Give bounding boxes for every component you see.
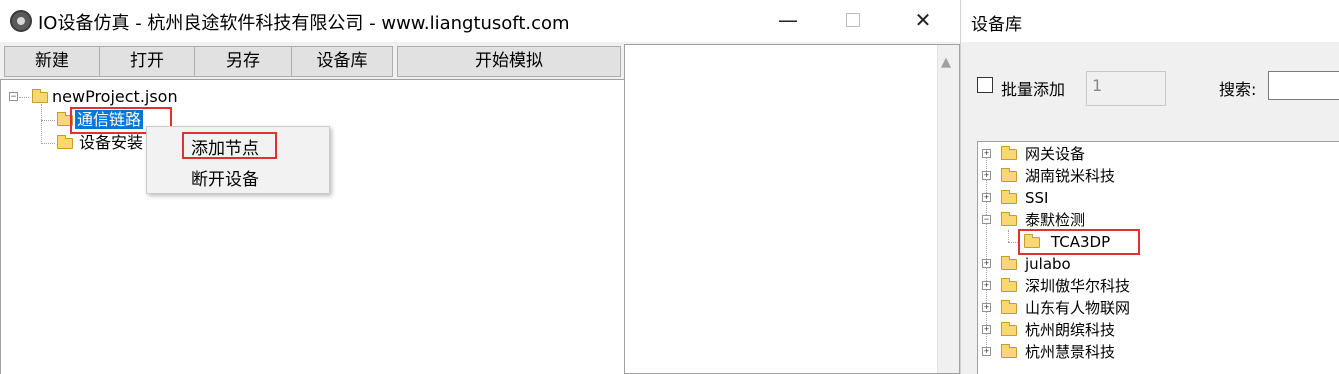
output-panel[interactable]: ▲ <box>624 44 960 374</box>
folder-icon <box>1001 256 1017 270</box>
expand-icon[interactable]: + <box>982 281 991 290</box>
folder-icon <box>1001 278 1017 292</box>
library-item[interactable]: 网关设备 <box>1025 143 1085 165</box>
app-logo-icon <box>10 10 32 32</box>
expand-icon[interactable]: + <box>982 303 991 312</box>
library-item[interactable]: 杭州朗缤科技 <box>1025 319 1115 341</box>
expand-icon[interactable]: + <box>982 171 991 180</box>
tree-root-node[interactable]: newProject.json <box>52 86 178 108</box>
window-title: IO设备仿真 - 杭州良途软件科技有限公司 - www.liangtusoft.… <box>38 13 570 34</box>
device-library-button[interactable]: 设备库 <box>291 46 393 77</box>
toolbar: 新建 打开 另存 设备库 开始模拟 <box>0 44 624 78</box>
folder-icon <box>1001 146 1017 160</box>
highlight-box <box>1018 229 1140 255</box>
folder-icon <box>57 135 73 149</box>
batch-add-label: 批量添加 <box>1001 80 1066 99</box>
library-item[interactable]: 杭州慧景科技 <box>1025 341 1115 363</box>
main-window: IO设备仿真 - 杭州良途软件科技有限公司 - www.liangtusoft.… <box>0 0 960 374</box>
library-item[interactable]: 深圳傲华尔科技 <box>1025 275 1130 297</box>
folder-icon <box>1001 168 1017 182</box>
collapse-icon[interactable]: − <box>982 215 991 224</box>
device-library-tree[interactable]: + 网关设备 + 湖南锐米科技 + SSI − 泰默检测 TCA3DP + ju… <box>977 141 1339 374</box>
project-tree[interactable]: − newProject.json 通信链路 设备安装 添加节点 断开设备 <box>0 79 624 374</box>
search-input[interactable] <box>1268 71 1339 100</box>
expand-icon[interactable]: + <box>982 149 991 158</box>
library-item[interactable]: SSI <box>1025 187 1048 209</box>
menu-item-disconnect-device[interactable]: 断开设备 <box>191 165 259 190</box>
expand-icon[interactable]: + <box>982 325 991 334</box>
library-item[interactable]: julabo <box>1025 253 1071 275</box>
folder-icon <box>1001 300 1017 314</box>
folder-icon <box>32 89 48 103</box>
vertical-scrollbar[interactable]: ▲ <box>937 45 959 373</box>
expand-icon[interactable]: + <box>982 347 991 356</box>
batch-count-input[interactable]: 1 <box>1086 71 1166 106</box>
save-as-button[interactable]: 另存 <box>194 46 292 77</box>
maximize-icon <box>846 13 860 27</box>
device-library-window: 设备库 批量添加 1 搜索: + 网关设备 + 湖南锐米科技 + SSI − 泰… <box>960 0 1339 374</box>
new-button[interactable]: 新建 <box>4 46 100 77</box>
highlight-box <box>182 132 277 159</box>
library-item[interactable]: 湖南锐米科技 <box>1025 165 1115 187</box>
open-button[interactable]: 打开 <box>99 46 195 77</box>
tree-node-device-install[interactable]: 设备安装 <box>79 132 143 154</box>
library-item[interactable]: 泰默检测 <box>1025 209 1085 231</box>
folder-icon <box>1001 322 1017 336</box>
batch-add-checkbox[interactable] <box>977 77 993 93</box>
context-menu: 添加节点 断开设备 <box>146 126 330 194</box>
library-title: 设备库 <box>971 15 1022 35</box>
folder-icon <box>1001 212 1017 226</box>
expand-icon[interactable]: + <box>982 259 991 268</box>
title-bar: IO设备仿真 - 杭州良途软件科技有限公司 - www.liangtusoft.… <box>0 0 960 42</box>
library-title-bar: 设备库 <box>961 0 1339 42</box>
maximize-button[interactable] <box>830 0 876 42</box>
start-simulation-button[interactable]: 开始模拟 <box>397 46 621 77</box>
folder-icon <box>1001 344 1017 358</box>
close-button[interactable]: ✕ <box>900 0 946 42</box>
library-item[interactable]: 山东有人物联网 <box>1025 297 1130 319</box>
search-label: 搜索: <box>1219 80 1257 99</box>
expand-icon[interactable]: + <box>982 193 991 202</box>
collapse-expander-icon[interactable]: − <box>9 92 18 101</box>
chevron-up-icon[interactable]: ▲ <box>941 55 951 70</box>
minimize-button[interactable]: — <box>765 0 811 42</box>
folder-icon <box>1001 190 1017 204</box>
